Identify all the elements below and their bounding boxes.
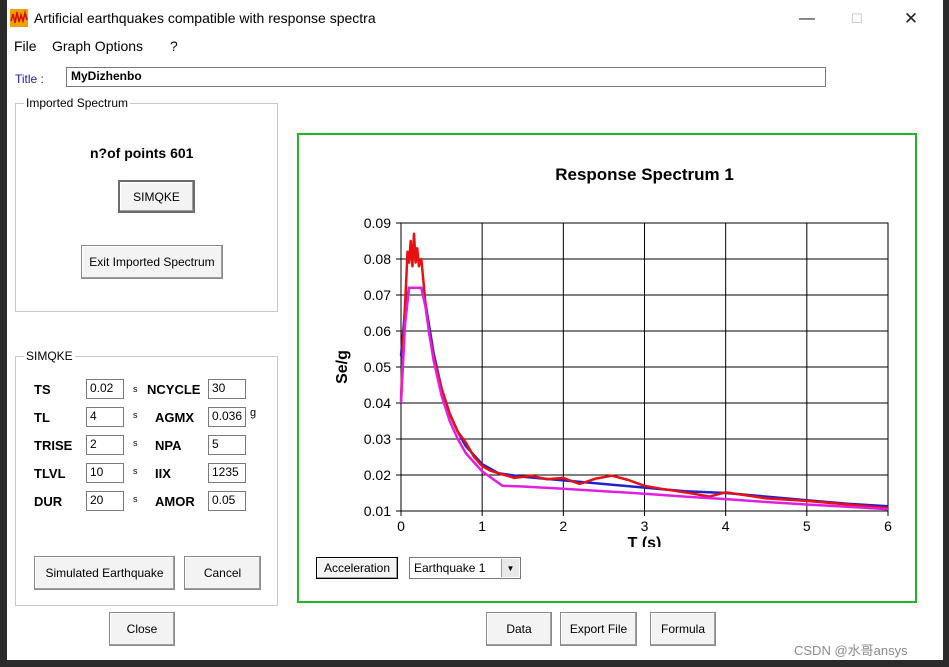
menu-graph-options[interactable]: Graph Options: [52, 38, 143, 54]
agmx-input[interactable]: 0.036: [208, 407, 246, 427]
tlvl-input[interactable]: 10: [86, 463, 124, 483]
window-title: Artificial earthquakes compatible with r…: [34, 10, 376, 26]
menu-bar: [7, 36, 943, 58]
y-tick-label: 0.02: [364, 467, 391, 483]
dur-input[interactable]: 20: [86, 491, 124, 511]
points-count-text: n?of points 601: [90, 145, 194, 161]
maximize-button[interactable]: ☐: [837, 6, 877, 32]
export-file-button[interactable]: Export File: [560, 612, 637, 646]
watermark: CSDN @水哥ansys: [794, 643, 908, 658]
x-tick-label: 1: [478, 518, 486, 534]
earthquake-select-value: Earthquake 1: [414, 561, 486, 575]
y-tick-label: 0.07: [364, 287, 391, 303]
y-tick-label: 0.09: [364, 215, 391, 231]
title-input[interactable]: MyDizhenbo: [66, 67, 826, 87]
tlvl-unit: s: [133, 466, 138, 476]
window-border-left: [0, 0, 7, 667]
y-tick-label: 0.05: [364, 359, 391, 375]
acceleration-button[interactable]: Acceleration: [316, 557, 398, 579]
agmx-label: AGMX: [155, 410, 194, 425]
iix-label: IIX: [155, 466, 171, 481]
y-tick-label: 0.08: [364, 251, 391, 267]
menu-file[interactable]: File: [14, 38, 37, 54]
simqke-caption: SIMQKE: [24, 349, 75, 363]
npa-label: NPA: [155, 438, 182, 453]
tl-unit: s: [133, 410, 138, 420]
npa-input[interactable]: 5: [208, 435, 246, 455]
tlvl-label: TLVL: [34, 466, 66, 481]
chart-title: Response Spectrum 1: [555, 165, 734, 184]
y-axis-label: Se/g: [334, 350, 351, 384]
y-tick-label: 0.06: [364, 323, 391, 339]
trise-unit: s: [133, 438, 138, 448]
window-border-right: [943, 0, 949, 667]
amor-label: AMOR: [155, 494, 195, 509]
simqke-button[interactable]: SIMQKE: [118, 180, 195, 213]
ts-label: TS: [34, 382, 51, 397]
exit-imported-spectrum-button[interactable]: Exit Imported Spectrum: [81, 245, 223, 279]
imported-spectrum-caption: Imported Spectrum: [24, 96, 131, 110]
close-button[interactable]: Close: [109, 612, 175, 646]
ts-unit: s: [133, 384, 138, 394]
data-button[interactable]: Data: [486, 612, 552, 646]
dropdown-arrow-icon[interactable]: ▼: [501, 559, 519, 577]
response-spectrum-chart: 0 1 2 3 4 5 6 0.01 0.02 0.03 0.04 0.05 0.06 0.07 0.08 0…: [334, 165, 892, 547]
x-tick-label: 2: [559, 518, 567, 534]
ncycle-label: NCYCLE: [147, 382, 201, 397]
app-icon: [10, 9, 28, 27]
x-tick-label: 5: [803, 518, 811, 534]
dur-unit: s: [133, 494, 138, 504]
x-tick-label: 0: [397, 518, 405, 534]
trise-input[interactable]: 2: [86, 435, 124, 455]
window-border-bottom: [0, 660, 949, 667]
earthquake-select[interactable]: Earthquake 1 ▼: [409, 557, 521, 579]
amor-input[interactable]: 0.05: [208, 491, 246, 511]
x-axis-label: T (s): [628, 535, 662, 547]
title-label: Title :: [15, 72, 44, 86]
tl-label: TL: [34, 410, 50, 425]
menu-help[interactable]: ?: [170, 38, 178, 54]
tl-input[interactable]: 4: [86, 407, 124, 427]
x-tick-label: 4: [722, 518, 730, 534]
close-window-button[interactable]: ✕: [891, 6, 931, 32]
x-tick-label: 3: [641, 518, 649, 534]
dur-label: DUR: [34, 494, 63, 509]
ncycle-input[interactable]: 30: [208, 379, 246, 399]
trise-label: TRISE: [34, 438, 73, 453]
simulated-earthquake-button[interactable]: Simulated Earthquake: [34, 556, 175, 590]
y-tick-label: 0.04: [364, 395, 391, 411]
y-tick-label: 0.01: [364, 503, 391, 519]
formula-button[interactable]: Formula: [650, 612, 716, 646]
x-tick-label: 6: [884, 518, 892, 534]
y-tick-label: 0.03: [364, 431, 391, 447]
minimize-button[interactable]: —: [787, 6, 827, 32]
iix-input[interactable]: 1235: [208, 463, 246, 483]
ts-input[interactable]: 0.02: [86, 379, 124, 399]
agmx-unit: g: [250, 407, 257, 419]
cancel-button[interactable]: Cancel: [184, 556, 261, 590]
